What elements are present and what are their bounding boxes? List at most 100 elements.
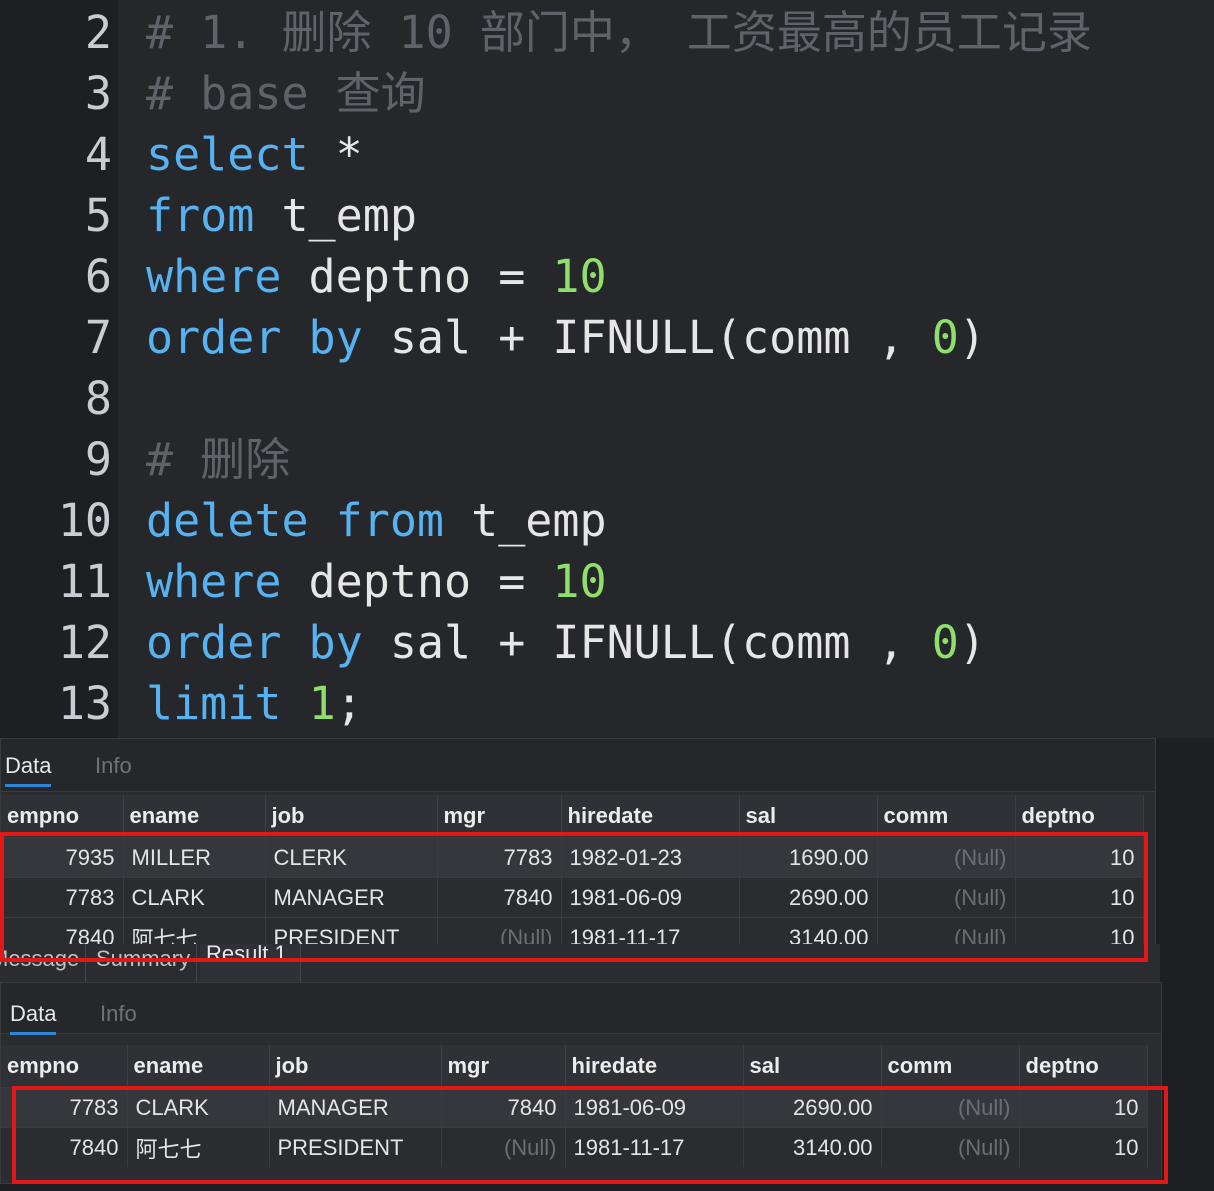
cell-ename[interactable]: 阿七七 — [127, 1127, 270, 1167]
code-token: ) — [958, 311, 986, 364]
column-header-job[interactable]: job — [265, 795, 438, 838]
table-row[interactable]: 7783 CLARK MANAGER 7840 1981-06-09 2690.00 (Nu… — [1, 877, 1144, 918]
cell-job[interactable]: CLERK — [265, 837, 438, 878]
column-header-hiredate[interactable]: hiredate — [565, 1045, 744, 1088]
code-token: * — [308, 128, 363, 181]
code-text: order by sal + IFNULL(comm , 0) — [146, 612, 986, 673]
cell-hiredate[interactable]: 1981-06-09 — [561, 877, 740, 918]
sql-keyword: delete from — [146, 494, 445, 547]
line-number: 10 — [57, 494, 112, 547]
column-header-comm[interactable]: comm — [881, 1045, 1020, 1088]
table-row[interactable]: 7783 CLARK MANAGER 7840 1981-06-09 2690.00 (Nu… — [1, 1087, 1148, 1128]
column-header-deptno[interactable]: deptno — [1019, 1045, 1148, 1088]
line-number: 12 — [57, 616, 112, 669]
tab-data[interactable]: Data — [10, 997, 57, 1035]
cell-sal[interactable]: 2690.00 — [743, 1087, 882, 1128]
column-header-ename[interactable]: ename — [123, 795, 266, 838]
cell-mgr[interactable]: (Null) — [441, 1127, 566, 1167]
cell-comm[interactable]: (Null) — [881, 1127, 1020, 1167]
cell-hiredate[interactable]: 1982-01-23 — [561, 837, 740, 878]
line-number: 2 — [84, 6, 112, 59]
code-token: ; — [335, 677, 363, 730]
code-line: 11 where deptno = 10 — [0, 551, 1214, 612]
cell-comm[interactable]: (Null) — [877, 877, 1016, 918]
column-header-ename[interactable]: ename — [127, 1045, 270, 1088]
result-panel-top: Data Info empno ename job mgr hiredate sal com… — [0, 738, 1156, 957]
line-number: 7 — [84, 311, 112, 364]
sql-keyword: where — [146, 250, 282, 303]
code-token: deptno = — [281, 555, 553, 608]
cell-ename[interactable]: CLARK — [123, 877, 266, 918]
code-text: limit 1; — [146, 673, 363, 734]
code-line: 7 order by sal + IFNULL(comm , 0) — [0, 307, 1214, 368]
cell-comm[interactable]: (Null) — [877, 837, 1016, 878]
code-token: deptno = — [281, 250, 553, 303]
result-panel-bottom: Data Info empno ename job mgr hiredate sal com… — [0, 982, 1162, 1184]
code-line: 8 — [0, 368, 1214, 429]
code-token: sal + IFNULL(comm , — [362, 311, 932, 364]
cell-hiredate[interactable]: 1981-06-09 — [565, 1087, 744, 1128]
code-line: 4 select * — [0, 124, 1214, 185]
column-header-sal[interactable]: sal — [739, 795, 878, 838]
cell-empno[interactable]: 7783 — [1, 877, 124, 918]
cell-comm[interactable]: (Null) — [881, 1087, 1020, 1128]
cell-job[interactable]: PRESIDENT — [269, 1127, 442, 1167]
cell-ename[interactable]: CLARK — [127, 1087, 270, 1128]
line-number: 5 — [84, 189, 112, 242]
column-header-hiredate[interactable]: hiredate — [561, 795, 740, 838]
cell-job[interactable]: MANAGER — [269, 1087, 442, 1128]
column-header-job[interactable]: job — [269, 1045, 442, 1088]
tab-info[interactable]: Info — [95, 749, 132, 783]
column-header-mgr[interactable]: mgr — [441, 1045, 566, 1088]
table-row[interactable]: 7935 MILLER CLERK 7783 1982-01-23 1690.00 (Nul… — [1, 837, 1144, 878]
cell-empno[interactable]: 7840 — [1, 1127, 128, 1167]
number-literal: 0 — [931, 616, 959, 669]
cell-ename[interactable]: MILLER — [123, 837, 266, 878]
column-header-mgr[interactable]: mgr — [437, 795, 562, 838]
column-header-comm[interactable]: comm — [877, 795, 1016, 838]
cell-mgr[interactable]: 7783 — [437, 837, 562, 878]
line-number: 8 — [84, 372, 112, 425]
line-number: 3 — [84, 67, 112, 120]
cell-mgr[interactable]: 7840 — [441, 1087, 566, 1128]
sql-keyword: from — [146, 189, 255, 242]
column-header-empno[interactable]: empno — [1, 1045, 128, 1088]
cell-mgr[interactable]: 7840 — [437, 877, 562, 918]
cell-sal[interactable]: 1690.00 — [739, 837, 878, 878]
tab-data[interactable]: Data — [5, 749, 52, 787]
cell-hiredate[interactable]: 1981-11-17 — [565, 1127, 744, 1167]
comment: # 1. 删除 10 部门中， 工资最高的员工记录 — [146, 6, 1092, 59]
result-grid[interactable]: empno ename job mgr hiredate sal comm deptno 79… — [1, 795, 1144, 957]
code-text: delete from t_emp — [146, 490, 607, 551]
cell-deptno[interactable]: 10 — [1015, 837, 1144, 878]
tab-summary[interactable]: Summary — [90, 944, 198, 982]
code-line: 13 limit 1; — [0, 673, 1214, 734]
code-line: 12 order by sal + IFNULL(comm , 0) — [0, 612, 1214, 673]
cell-sal[interactable]: 3140.00 — [743, 1127, 882, 1167]
sql-editor[interactable]: 2 # 1. 删除 10 部门中， 工资最高的员工记录 3 # base 查询 4 sel… — [0, 0, 1214, 738]
tab-info[interactable]: Info — [100, 997, 137, 1031]
code-text: # 删除 — [146, 429, 290, 490]
view-tabs: Data Info — [1, 739, 1155, 792]
cell-empno[interactable]: 7935 — [1, 837, 124, 878]
table-row[interactable]: 7840 阿七七 PRESIDENT (Null) 1981-11-17 3140.00(… — [1, 1127, 1148, 1167]
result-grid[interactable]: empno ename job mgr hiredate sal comm deptno 77… — [1, 1045, 1148, 1167]
number-literal: 10 — [552, 250, 607, 303]
cell-sal[interactable]: 2690.00 — [739, 877, 878, 918]
sql-keyword: limit — [146, 677, 282, 730]
cell-empno[interactable]: 7783 — [1, 1087, 128, 1128]
column-header-deptno[interactable]: deptno — [1015, 795, 1144, 838]
cell-job[interactable]: MANAGER — [265, 877, 438, 918]
code-text: where deptno = 10 — [146, 246, 607, 307]
cell-deptno[interactable]: 10 — [1019, 1087, 1148, 1128]
column-header-empno[interactable]: empno — [1, 795, 124, 838]
cell-deptno[interactable]: 10 — [1019, 1127, 1148, 1167]
code-line: 6 where deptno = 10 — [0, 246, 1214, 307]
tab-result-1[interactable]: Result 1 — [200, 944, 301, 982]
code-text: select * — [146, 124, 363, 185]
cell-deptno[interactable]: 10 — [1015, 877, 1144, 918]
tab-message[interactable]: Message — [0, 944, 87, 982]
line-number: 4 — [84, 128, 112, 181]
column-header-sal[interactable]: sal — [743, 1045, 882, 1088]
